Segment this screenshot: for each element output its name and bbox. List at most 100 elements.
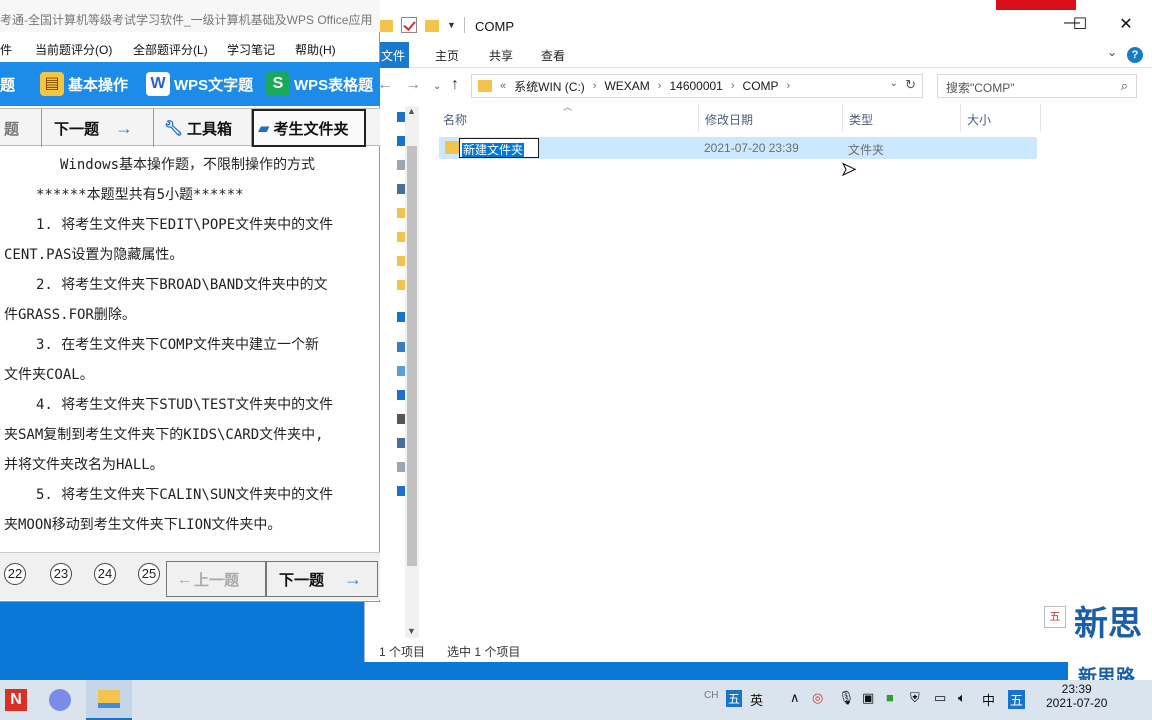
folder-icon[interactable] [379, 20, 393, 32]
menu-item-file[interactable]: 件 [0, 41, 12, 58]
column-header-type[interactable]: 类型 [843, 104, 961, 132]
search-placeholder: 搜索"COMP" [946, 81, 1015, 95]
wps-writer-label: WPS文字题 [174, 76, 254, 94]
folder-icon [478, 80, 492, 92]
customize-arrow-icon[interactable]: ▼ [447, 20, 456, 30]
question-line: 1. 将考生文件夹下EDIT\POPE文件夹中的文件 [36, 217, 334, 233]
assistant-app-icon[interactable] [44, 684, 76, 716]
wps-writer-button[interactable]: W WPS文字题 [146, 62, 253, 106]
ime-ch-indicator[interactable]: CH [704, 690, 718, 701]
question-number-24[interactable]: 24 [94, 563, 116, 585]
new-folder-icon[interactable] [425, 20, 439, 32]
breadcrumb-14600001[interactable]: 14600001 [669, 79, 722, 93]
breadcrumb-separator-icon: › [730, 80, 735, 92]
exam-window-title: 考通-全国计算机等级考试学习软件_一级计算机基础及WPS Office应用 [0, 0, 380, 32]
tab-home[interactable]: 主页 [435, 47, 459, 64]
breadcrumb-wexam[interactable]: WEXAM [604, 79, 649, 93]
file-explorer-window: ▼ COMP — ☐ ✕ 文件 主页 共享 查看 ⌄ ? ← → ⌄ ↑ « 系… [364, 0, 1152, 662]
rename-selected-text[interactable]: 新建文件夹 [462, 143, 525, 157]
app-tray-icon[interactable]: ◎ [812, 690, 823, 706]
table-row[interactable]: 新建文件夹 2021-07-20 23:39 文件夹 [439, 137, 1037, 159]
item-count: 1 个项目 [379, 645, 426, 659]
row-type: 文件夹 [848, 143, 885, 157]
breadcrumb-comp[interactable]: COMP [743, 79, 779, 93]
student-folder-label: 考生文件夹 [273, 120, 349, 138]
folder-icon [445, 141, 459, 154]
wps-app-icon[interactable]: N [0, 684, 32, 716]
question-line: 文件夹COAL。 [4, 367, 94, 383]
search-icon[interactable]: ⌕ [1121, 78, 1128, 94]
question-number-23[interactable]: 23 [50, 563, 72, 585]
window-title: COMP [475, 19, 514, 34]
prev-question-button[interactable]: 题 [0, 109, 42, 147]
clock[interactable]: 23:39 2021-07-20 [1046, 682, 1107, 710]
folder-icon [98, 690, 120, 708]
clock-time: 23:39 [1061, 682, 1092, 696]
exam-toolbar: 题 ▤ 基本操作 W WPS文字题 S WPS表格题 [0, 62, 380, 106]
exam-menu-bar: 件 当前题评分(O) 全部题评分(L) 学习笔记 帮助(H) [0, 38, 380, 60]
ime-wubi-tray-indicator[interactable]: 五 [1008, 690, 1026, 709]
show-hidden-icons-chevron-icon[interactable]: ∧ [790, 690, 800, 706]
question-line: 5. 将考生文件夹下CALIN\SUN文件夹中的文件 [36, 487, 334, 503]
nvidia-icon[interactable]: ■ [886, 690, 894, 705]
breadcrumb-drive[interactable]: 系统WIN (C:) [514, 78, 585, 95]
address-box[interactable]: « 系统WIN (C:) › WEXAM › 14600001 › COMP ›… [471, 74, 923, 98]
address-dropdown-icon[interactable]: ⌄ [890, 78, 898, 89]
scroll-up-icon[interactable]: ▲ [407, 106, 416, 116]
wps-sheet-button[interactable]: S WPS表格题 [266, 62, 373, 106]
network-icon[interactable]: ▭ [934, 690, 946, 706]
breadcrumb-separator-icon: › [657, 80, 662, 92]
menu-item-score-all[interactable]: 全部题评分(L) [133, 41, 208, 58]
help-icon[interactable]: ? [1127, 47, 1143, 63]
volume-icon[interactable]: 🔈︎ [958, 690, 966, 706]
basic-operation-button[interactable]: ▤ 基本操作 [40, 62, 128, 106]
column-header-modified[interactable]: 修改日期 [699, 104, 843, 132]
ime-wubi-indicator[interactable]: 五 [726, 690, 743, 707]
toolbox-button[interactable]: 🔧︎ 工具箱 [154, 109, 252, 147]
forward-arrow-icon[interactable]: → [405, 76, 421, 94]
tab-view[interactable]: 查看 [541, 47, 565, 64]
microphone-icon[interactable]: 🎙︎ [838, 690, 855, 706]
next-question-button[interactable]: 下一题 → [42, 109, 154, 147]
rename-input[interactable]: 新建文件夹 [459, 138, 539, 158]
right-arrow-icon: → [344, 568, 363, 589]
scrollbar-thumb[interactable] [407, 146, 417, 566]
student-folder-button[interactable]: ▰ 考生文件夹 [252, 109, 366, 147]
device-icon[interactable]: ▣ [862, 690, 874, 706]
menu-item-score-current[interactable]: 当前题评分(O) [35, 41, 112, 58]
ime-chinese-indicator[interactable]: 中 [982, 690, 995, 709]
ime-floating-icon[interactable]: 五 [1044, 606, 1066, 628]
footer-prev-button[interactable]: ← 上一题 [166, 561, 266, 597]
menu-item-help[interactable]: 帮助(H) [295, 41, 336, 58]
scroll-down-icon[interactable]: ▼ [407, 626, 416, 636]
file-explorer-taskbar-button[interactable] [86, 680, 132, 720]
footer-next-button[interactable]: 下一题 → [266, 561, 378, 597]
close-button[interactable]: ✕ [1111, 14, 1141, 34]
tab-share[interactable]: 共享 [489, 47, 513, 64]
wrench-icon: 🔧︎ [164, 120, 184, 137]
menu-item-notes[interactable]: 学习笔记 [227, 41, 275, 58]
security-shield-icon[interactable]: ⛨ [910, 690, 920, 706]
ime-english-indicator[interactable]: 英 [750, 690, 763, 709]
question-count: ******本题型共有5小题****** [36, 187, 244, 203]
question-line: 2. 将考生文件夹下BROAD\BAND文件夹中的文 [36, 277, 328, 293]
column-header-size[interactable]: 大小 [961, 104, 1041, 132]
question-line: 夹MOON移动到考生文件夹下LION文件夹中。 [4, 517, 282, 533]
address-prefix[interactable]: « [500, 80, 506, 92]
column-header-name[interactable]: 名称 [437, 104, 699, 132]
taskbar: N CH 五 英 ∧ ◎ 🎙︎ ▣ ■ ⛨ ▭ 🔈︎ 中 五 23:39 202… [0, 680, 1152, 720]
question-number-22[interactable]: 22 [4, 563, 26, 585]
right-arrow-icon: → [115, 117, 134, 138]
question-number-25[interactable]: 25 [138, 563, 160, 585]
recent-chevron-icon[interactable]: ⌄ [433, 81, 441, 92]
up-arrow-icon[interactable]: ↑ [451, 76, 459, 94]
search-input[interactable]: 搜索"COMP" ⌕ [937, 74, 1137, 98]
properties-check-icon[interactable] [401, 17, 417, 33]
refresh-icon[interactable]: ↻ [905, 77, 916, 93]
maximize-button[interactable]: ☐ [1065, 14, 1095, 34]
toolbar-prev-type-button[interactable]: 题 [0, 62, 15, 106]
question-line: 夹SAM复制到考生文件夹下的KIDS\CARD文件夹中, [4, 427, 324, 443]
nav-pane-scrollbar[interactable]: ▲ ▼ [405, 106, 419, 638]
breadcrumb-separator-icon: › [592, 80, 597, 92]
chevron-down-icon[interactable]: ⌄ [1107, 45, 1117, 59]
